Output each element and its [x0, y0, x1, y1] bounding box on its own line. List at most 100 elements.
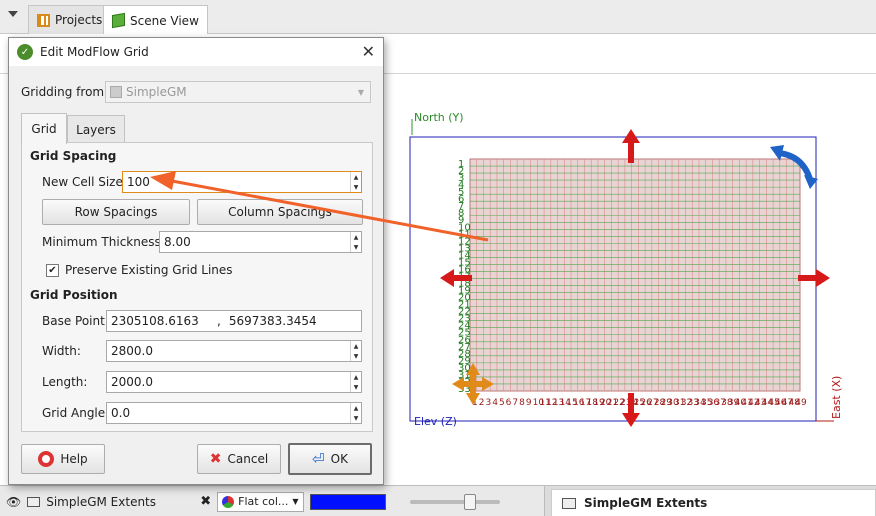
width-stepper[interactable]: ▲ ▼	[350, 341, 361, 361]
min-thickness-row: Minimum Thickness:	[42, 235, 165, 249]
row-spacings-button[interactable]: Row Spacings	[42, 199, 190, 225]
width-input[interactable]: 2800.0 ▲ ▼	[106, 340, 362, 362]
grid-angle-input[interactable]: 0.0 ▲ ▼	[106, 402, 362, 424]
return-arrow-icon: ⏎	[312, 450, 325, 468]
lifebuoy-icon	[38, 451, 55, 467]
axis-elev-label: Elev (Z)	[414, 415, 457, 428]
cancel-button[interactable]: ✖ Cancel	[197, 444, 281, 474]
preserve-grid-lines-row[interactable]: ✔ Preserve Existing Grid Lines	[46, 263, 233, 277]
tools-icon[interactable]: ✖	[200, 494, 211, 509]
top-resize-arrow-icon[interactable]	[622, 129, 640, 163]
new-cell-size-row: New Cell Size:	[42, 175, 127, 189]
length-value: 2000.0	[111, 375, 153, 389]
modflow-grid	[469, 158, 801, 392]
grid-icon	[37, 13, 50, 27]
grid-angle-label: Grid Angle:	[42, 406, 110, 420]
selected-object-panel: SimpleGM Extents	[551, 489, 876, 516]
grid-angle-value: 0.0	[111, 406, 131, 420]
cancel-icon: ✖	[209, 451, 222, 467]
close-icon[interactable]: ✕	[362, 42, 375, 61]
help-button[interactable]: Help	[21, 444, 105, 474]
tab-grid[interactable]: Grid	[21, 113, 67, 144]
tab-grid-label: Grid	[31, 122, 57, 136]
scene-canvas[interactable]: 1234567891011121314151617181920212223242…	[382, 75, 876, 485]
cube-icon	[110, 86, 122, 98]
column-spacings-label: Column Spacings	[228, 205, 332, 219]
tab-menu-dropdown-icon[interactable]	[8, 11, 18, 17]
display-mode-value: Flat col...	[238, 495, 289, 508]
grid-spacing-title: Grid Spacing	[30, 149, 117, 163]
object-properties-bar: 👁 SimpleGM Extents ✖ Flat col... ▼	[0, 486, 545, 516]
selected-object-name: SimpleGM Extents	[584, 496, 708, 510]
edit-modflow-grid-dialog: ✓ Edit ModFlow Grid ✕ Gridding from: Sim…	[8, 37, 384, 485]
box-icon	[27, 496, 41, 507]
gridding-from-select[interactable]: SimpleGM ▼	[105, 81, 371, 103]
tab-layers-label: Layers	[76, 122, 116, 137]
bottom-bar: 👁 SimpleGM Extents ✖ Flat col... ▼ Simpl…	[0, 485, 876, 516]
length-input[interactable]: 2000.0 ▲ ▼	[106, 371, 362, 393]
display-mode-select[interactable]: Flat col... ▼	[217, 491, 304, 512]
width-value: 2800.0	[111, 344, 153, 358]
length-row: Length:	[42, 375, 87, 389]
grid-position-title: Grid Position	[30, 288, 118, 302]
color-palette-icon	[222, 495, 235, 508]
column-label: 3	[485, 398, 491, 408]
length-stepper[interactable]: ▲ ▼	[350, 372, 361, 392]
column-label: 6	[506, 398, 512, 408]
width-label: Width:	[42, 344, 81, 358]
color-swatch[interactable]	[309, 493, 386, 510]
layer-name: SimpleGM Extents	[46, 494, 157, 509]
opacity-slider-thumb[interactable]	[463, 493, 476, 510]
min-thickness-value: 8.00	[164, 235, 191, 249]
new-cell-size-stepper[interactable]: ▲ ▼	[350, 172, 361, 192]
cancel-label: Cancel	[227, 452, 269, 466]
min-thickness-label: Minimum Thickness:	[42, 235, 165, 249]
preserve-grid-lines-label: Preserve Existing Grid Lines	[65, 263, 233, 277]
column-label: 4	[492, 398, 498, 408]
gridding-from-label: Gridding from:	[21, 85, 109, 99]
length-label: Length:	[42, 375, 88, 389]
base-point-input[interactable]: 2305108.6163 , 5697383.3454	[106, 310, 362, 332]
scene-view[interactable]: 1234567891011121314151617181920212223242…	[382, 75, 876, 485]
help-label: Help	[60, 452, 88, 466]
tab-projects[interactable]: Projects	[28, 5, 112, 34]
cube-icon	[112, 12, 125, 29]
new-cell-size-value: 100	[127, 175, 150, 189]
preserve-grid-lines-checkbox[interactable]: ✔	[46, 263, 59, 277]
column-label: 5	[499, 398, 505, 408]
grid-tab-panel: Grid Spacing New Cell Size: 100 ▲ ▼ Row S…	[21, 142, 373, 432]
column-label: 8	[519, 398, 525, 408]
app-logo-icon: ✓	[17, 44, 33, 60]
right-resize-arrow-icon[interactable]	[798, 269, 830, 287]
dialog-title: Edit ModFlow Grid	[40, 45, 149, 59]
base-point-y: 5697383.3454	[228, 314, 317, 328]
chevron-down-icon: ▼	[357, 87, 364, 97]
tab-layers[interactable]: Layers	[67, 115, 125, 143]
new-cell-size-input[interactable]: 100 ▲ ▼	[122, 171, 362, 193]
min-thickness-input[interactable]: 8.00 ▲ ▼	[159, 231, 362, 253]
ok-button[interactable]: ⏎ OK	[288, 443, 372, 475]
base-point-label: Base Point:	[42, 314, 109, 328]
base-point-x: 2305108.6163	[111, 314, 199, 328]
grid-background	[469, 158, 801, 392]
opacity-slider[interactable]	[409, 493, 500, 510]
grid-angle-stepper[interactable]: ▲ ▼	[350, 403, 361, 423]
column-label: 49	[795, 398, 807, 408]
eye-icon[interactable]: 👁	[6, 495, 21, 509]
tab-projects-label: Projects	[55, 13, 103, 27]
tab-scene-view[interactable]: Scene View	[103, 5, 208, 35]
new-cell-size-label: New Cell Size:	[42, 175, 127, 189]
axis-east-label: East (X)	[830, 376, 843, 419]
column-spacings-button[interactable]: Column Spacings	[197, 199, 363, 225]
column-labels: 1234567891011121314151617181920212223242…	[472, 398, 807, 408]
dialog-titlebar[interactable]: ✓ Edit ModFlow Grid	[9, 38, 383, 66]
column-label: 2	[479, 398, 485, 408]
min-thickness-stepper[interactable]: ▲ ▼	[350, 232, 361, 252]
gridding-from-value: SimpleGM	[126, 85, 187, 99]
tab-bar: Projects Scene View	[0, 0, 876, 35]
row-spacings-label: Row Spacings	[74, 205, 158, 219]
base-point-separator: ,	[217, 314, 221, 328]
tab-scene-view-label: Scene View	[130, 13, 199, 28]
box-icon	[562, 497, 576, 509]
chevron-down-icon: ▼	[292, 497, 299, 506]
